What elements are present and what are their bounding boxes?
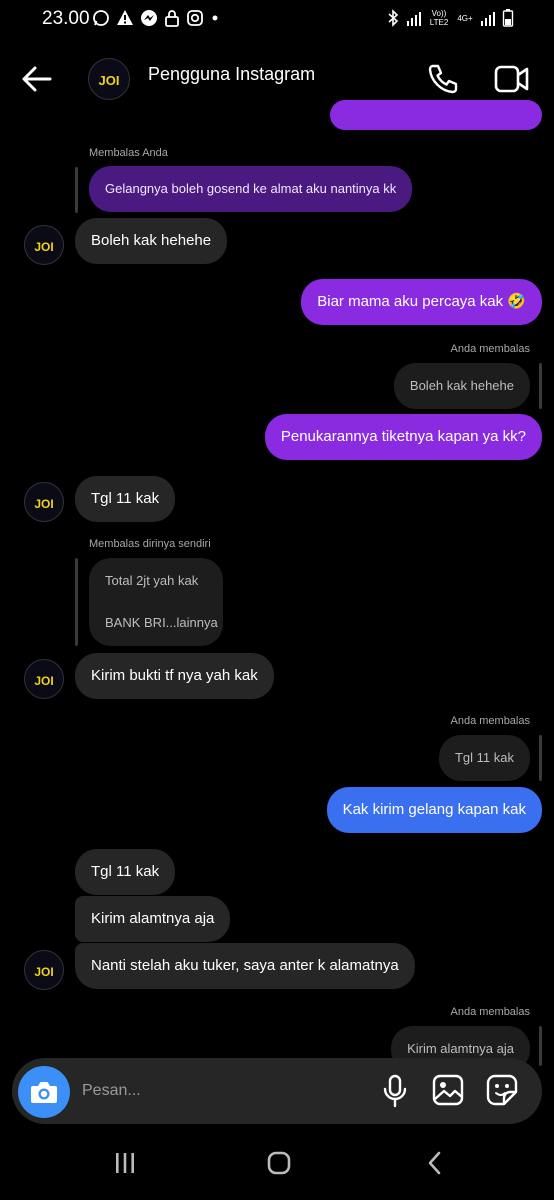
dot-icon bbox=[212, 15, 218, 21]
chat-title[interactable]: Pengguna Instagram bbox=[148, 64, 315, 85]
microphone-icon[interactable] bbox=[382, 1074, 408, 1108]
reply-label: Anda membalas bbox=[450, 715, 531, 727]
battery-icon bbox=[502, 9, 514, 27]
messenger-icon bbox=[141, 10, 157, 26]
avatar-logo-text: JOI bbox=[34, 497, 53, 511]
reply-indicator-bar bbox=[539, 735, 542, 781]
sender-avatar[interactable]: JOI bbox=[24, 225, 64, 265]
lock-icon bbox=[165, 10, 179, 27]
incoming-message[interactable]: Nanti stelah aku tuker, saya anter k ala… bbox=[75, 943, 415, 989]
gallery-icon[interactable] bbox=[432, 1074, 464, 1106]
reply-label: Membalas dirinya sendiri bbox=[89, 538, 211, 550]
incoming-message[interactable]: Kirim alamtnya aja bbox=[75, 896, 231, 942]
bluetooth-icon bbox=[388, 9, 399, 27]
instagram-small-icon bbox=[187, 10, 203, 26]
whatsapp-icon bbox=[93, 10, 109, 26]
outgoing-message[interactable]: Kak kirim gelang kapan kak bbox=[326, 787, 542, 833]
status-icons-left bbox=[92, 9, 220, 27]
avatar-logo-text: JOI bbox=[34, 674, 53, 688]
status-time: 23.00 bbox=[42, 8, 90, 29]
sender-avatar[interactable]: JOI bbox=[24, 659, 64, 699]
message-bubble-cutoff[interactable] bbox=[330, 100, 542, 130]
quote-line-1: Total 2jt yah kak bbox=[105, 573, 199, 588]
replied-message-quote[interactable]: Gelangnya boleh gosend ke almat aku nant… bbox=[89, 166, 413, 212]
quote-line-2: BANK BRI...lainnya bbox=[105, 615, 218, 630]
sticker-icon[interactable] bbox=[486, 1074, 518, 1106]
camera-button[interactable] bbox=[18, 1066, 70, 1118]
avatar-logo-text: JOI bbox=[34, 965, 53, 979]
back-arrow-icon[interactable] bbox=[20, 62, 54, 96]
recent-apps-icon[interactable] bbox=[112, 1150, 138, 1176]
reply-label: Membalas Anda bbox=[89, 147, 168, 159]
incoming-message[interactable]: Boleh kak hehehe bbox=[75, 218, 228, 264]
header-avatar[interactable]: JOI bbox=[88, 58, 130, 100]
avatar-logo-text: JOI bbox=[99, 73, 120, 88]
reply-indicator-bar bbox=[75, 167, 78, 213]
outgoing-message[interactable]: Biar mama aku percaya kak 🤣 bbox=[301, 279, 542, 325]
incoming-message[interactable]: Tgl 11 kak bbox=[75, 476, 176, 522]
status-icons-right: Vo)) LTE2 4G+ bbox=[386, 8, 514, 28]
avatar-logo-text: JOI bbox=[34, 240, 53, 254]
phone-icon[interactable] bbox=[426, 62, 460, 96]
signal-icon bbox=[407, 12, 421, 26]
home-icon[interactable] bbox=[266, 1150, 292, 1176]
network-label-1: Vo)) LTE2 bbox=[429, 9, 449, 27]
camera-icon bbox=[31, 1082, 57, 1103]
message-input[interactable]: Pesan... bbox=[82, 1082, 141, 1100]
reply-indicator-bar bbox=[539, 1026, 542, 1066]
signal-icon-2 bbox=[481, 12, 495, 26]
warning-icon bbox=[117, 10, 133, 25]
incoming-message[interactable]: Tgl 11 kak bbox=[75, 849, 176, 895]
replied-message-quote[interactable]: Tgl 11 kak bbox=[438, 735, 530, 781]
reply-indicator-bar bbox=[539, 363, 542, 409]
sender-avatar[interactable]: JOI bbox=[24, 482, 64, 522]
reply-label: Anda membalas bbox=[450, 1006, 531, 1018]
back-nav-icon[interactable] bbox=[422, 1150, 448, 1176]
reply-label: Anda membalas bbox=[450, 343, 531, 355]
network-label-2: 4G+ bbox=[457, 13, 473, 23]
video-icon[interactable] bbox=[494, 64, 530, 94]
incoming-message[interactable]: Kirim bukti tf nya yah kak bbox=[75, 653, 274, 699]
replied-message-quote[interactable]: Total 2jt yah kak BANK BRI...lainnya bbox=[89, 558, 223, 646]
sender-avatar[interactable]: JOI bbox=[24, 950, 64, 990]
reply-indicator-bar bbox=[75, 558, 78, 646]
outgoing-message[interactable]: Penukarannya tiketnya kapan ya kk? bbox=[264, 414, 542, 460]
replied-message-quote[interactable]: Boleh kak hehehe bbox=[393, 363, 530, 409]
